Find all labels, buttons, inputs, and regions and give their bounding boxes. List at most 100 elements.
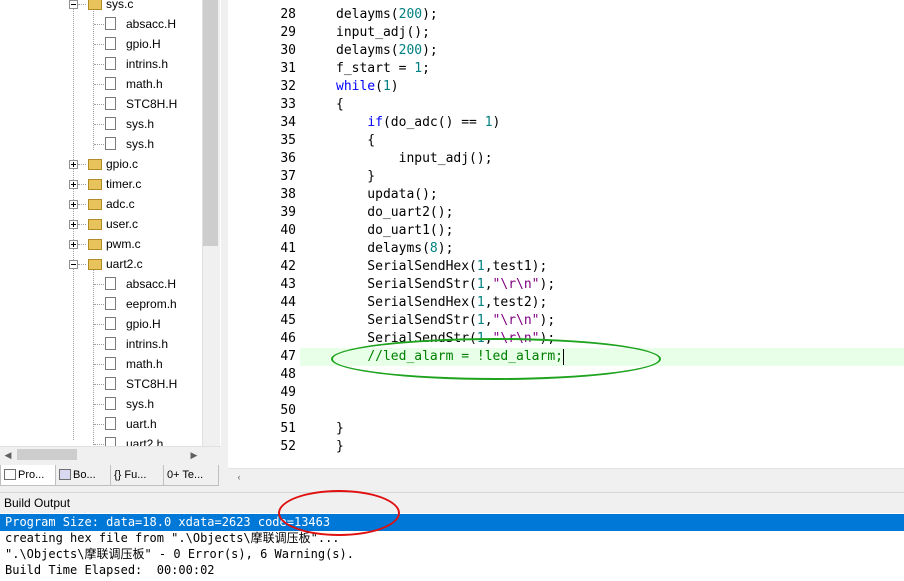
code-token: }	[336, 169, 376, 184]
line-number: 33	[280, 97, 296, 112]
code-token: 8	[429, 241, 438, 256]
folder-icon	[88, 159, 102, 170]
folder-icon	[88, 259, 102, 270]
code-line[interactable]: SerialSendStr(1,"\r\n");	[336, 312, 555, 330]
code-token: 200	[398, 7, 423, 22]
tree-item-label: sys.c	[106, 0, 134, 11]
tree-item-label: sys.h	[126, 117, 155, 131]
panel-tab-books[interactable]: Bo...	[55, 465, 111, 486]
tree-horizontal-scroll-thumb[interactable]	[17, 449, 77, 460]
tree-item-label: timer.c	[106, 177, 142, 191]
panel-tab-templates[interactable]: 0+ Te...	[163, 465, 219, 486]
project-tree[interactable]: sys.c absacc.H gpio.H intrins.h math.h STC8H.…	[0, 0, 221, 463]
tree-file-item[interactable]: intrins.h	[0, 54, 202, 74]
build-output-line[interactable]: Program Size: data=18.0 xdata=2623 code=…	[0, 514, 904, 531]
code-token: }	[336, 421, 344, 436]
tree-item-label: STC8H.H	[126, 97, 178, 111]
expander-stroke	[73, 242, 74, 247]
expand-icon[interactable]	[69, 180, 78, 189]
folder-icon	[88, 179, 102, 190]
code-token: SerialSendStr(	[336, 313, 477, 328]
line-number: 45	[280, 313, 296, 328]
tree-guide-line	[94, 104, 104, 105]
code-line[interactable]: SerialSendHex(1,test2);	[336, 294, 547, 312]
expand-icon[interactable]	[69, 200, 78, 209]
tree-group-item[interactable]: user.c	[0, 214, 202, 234]
tree-vertical-scroll-thumb[interactable]	[203, 0, 218, 246]
code-line[interactable]: }	[336, 438, 344, 456]
tree-group-item[interactable]: uart2.c	[0, 254, 202, 274]
red-circle-annotation	[278, 490, 400, 536]
output-splitter[interactable]	[0, 486, 904, 493]
build-output-line[interactable]: Build Time Elapsed: 00:00:02	[0, 562, 904, 579]
line-number: 50	[280, 403, 296, 418]
code-line[interactable]: delayms(200);	[336, 6, 438, 24]
tree-group-item[interactable]: pwm.c	[0, 234, 202, 254]
tree-group-item[interactable]: gpio.c	[0, 154, 202, 174]
tree-file-item[interactable]: sys.h	[0, 114, 202, 134]
tree-file-item[interactable]: absacc.H	[0, 274, 202, 294]
build-output-panel[interactable]: Program Size: data=18.0 xdata=2623 code=…	[0, 513, 904, 581]
code-line[interactable]: {	[336, 132, 375, 150]
code-line[interactable]: f_start = 1;	[336, 60, 430, 78]
expander-stroke	[73, 222, 74, 227]
tree-file-item[interactable]: sys.h	[0, 134, 202, 154]
code-token: input_adj();	[336, 25, 430, 40]
tree-item-label: uart2.c	[106, 257, 143, 271]
expand-icon[interactable]	[69, 220, 78, 229]
code-line[interactable]: do_uart1();	[336, 222, 453, 240]
code-line[interactable]: updata();	[336, 186, 437, 204]
panel-tab-functions[interactable]: {} Fu...	[110, 465, 164, 486]
tree-file-item[interactable]: uart.h	[0, 414, 202, 434]
panel-tab-label: 0+ Te...	[167, 469, 204, 481]
tree-file-item[interactable]: gpio.H	[0, 34, 202, 54]
scroll-left-icon[interactable]: ◀	[0, 447, 16, 463]
tree-file-item[interactable]: STC8H.H	[0, 94, 202, 114]
code-line[interactable]: if(do_adc() == 1)	[336, 114, 500, 132]
code-token: delayms(	[336, 7, 399, 22]
project-panel-tabs: Pro... Bo... {} Fu... 0+ Te...	[0, 465, 221, 487]
code-line[interactable]: SerialSendStr(1,"\r\n");	[336, 276, 555, 294]
code-line[interactable]: {	[336, 96, 344, 114]
tree-guide-line	[78, 164, 86, 165]
code-line[interactable]: while(1)	[336, 78, 399, 96]
tree-group-item[interactable]: timer.c	[0, 174, 202, 194]
tree-file-item[interactable]: gpio.H	[0, 314, 202, 334]
tree-group-item[interactable]: adc.c	[0, 194, 202, 214]
expander-stroke	[73, 202, 74, 207]
code-line[interactable]: input_adj();	[336, 150, 493, 168]
code-line[interactable]: input_adj();	[336, 24, 430, 42]
tree-file-item[interactable]: sys.h	[0, 394, 202, 414]
tree-item-label: gpio.H	[126, 317, 161, 331]
code-line[interactable]: do_uart2();	[336, 204, 453, 222]
code-token: do_uart1();	[336, 223, 454, 238]
tree-file-item[interactable]: absacc.H	[0, 14, 202, 34]
code-line[interactable]: }	[336, 168, 375, 186]
code-line[interactable]: }	[336, 420, 344, 438]
header-file-icon	[105, 317, 116, 330]
code-editor[interactable]: 28 29 30 31 32 33 34 35 36 37 38 39 40 41 42 43 44 45 46 47…	[228, 0, 904, 468]
tree-group-item[interactable]: sys.c	[0, 0, 202, 14]
scroll-right-icon[interactable]: ▶	[186, 447, 202, 463]
code-line[interactable]: delayms(200);	[336, 42, 438, 60]
header-file-icon	[105, 137, 116, 150]
panel-splitter[interactable]	[221, 0, 228, 490]
tree-file-item[interactable]: math.h	[0, 354, 202, 374]
editor-horizontal-scrollbar[interactable]: ‹	[228, 468, 904, 487]
collapse-icon[interactable]	[69, 0, 78, 9]
code-line[interactable]: SerialSendHex(1,test1);	[336, 258, 547, 276]
tree-file-item[interactable]: math.h	[0, 74, 202, 94]
scroll-left-icon[interactable]: ‹	[231, 469, 247, 485]
tree-guide-line	[94, 424, 104, 425]
expand-icon[interactable]	[69, 240, 78, 249]
tree-guide-line	[94, 404, 104, 405]
collapse-icon[interactable]	[69, 260, 78, 269]
build-output-line[interactable]: ".\Objects\摩联调压板" - 0 Error(s), 6 Warnin…	[0, 546, 904, 563]
panel-tab-project[interactable]: Pro...	[0, 465, 56, 486]
tree-file-item[interactable]: intrins.h	[0, 334, 202, 354]
expand-icon[interactable]	[69, 160, 78, 169]
build-output-line[interactable]: creating hex file from ".\Objects\摩联调压板"…	[0, 530, 904, 547]
code-line[interactable]: delayms(8);	[336, 240, 453, 258]
tree-file-item[interactable]: STC8H.H	[0, 374, 202, 394]
tree-file-item[interactable]: eeprom.h	[0, 294, 202, 314]
